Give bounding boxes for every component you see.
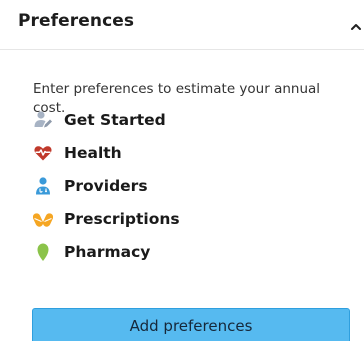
location-pin-icon [33,242,53,262]
pills-icon [33,209,53,229]
user-edit-icon [33,110,53,130]
step-label: Get Started [64,110,166,129]
doctor-icon [33,176,53,196]
chevron-up-icon[interactable] [349,18,363,30]
step-pharmacy[interactable]: Pharmacy [33,235,180,268]
step-prescriptions[interactable]: Prescriptions [33,202,180,235]
step-health[interactable]: Health [33,136,180,169]
preference-steps-list: Get Started Health Providers Prescriptio… [33,103,180,268]
panel-header[interactable]: Preferences [0,0,364,50]
add-preferences-button[interactable]: Add preferences [32,308,350,341]
heart-pulse-icon [33,143,53,163]
step-label: Prescriptions [64,209,180,228]
preferences-panel: Preferences Enter preferences to estimat… [0,0,364,341]
panel-title: Preferences [18,11,135,31]
step-label: Providers [64,176,148,195]
step-label: Pharmacy [64,242,151,261]
step-get-started[interactable]: Get Started [33,103,180,136]
step-label: Health [64,143,122,162]
step-providers[interactable]: Providers [33,169,180,202]
